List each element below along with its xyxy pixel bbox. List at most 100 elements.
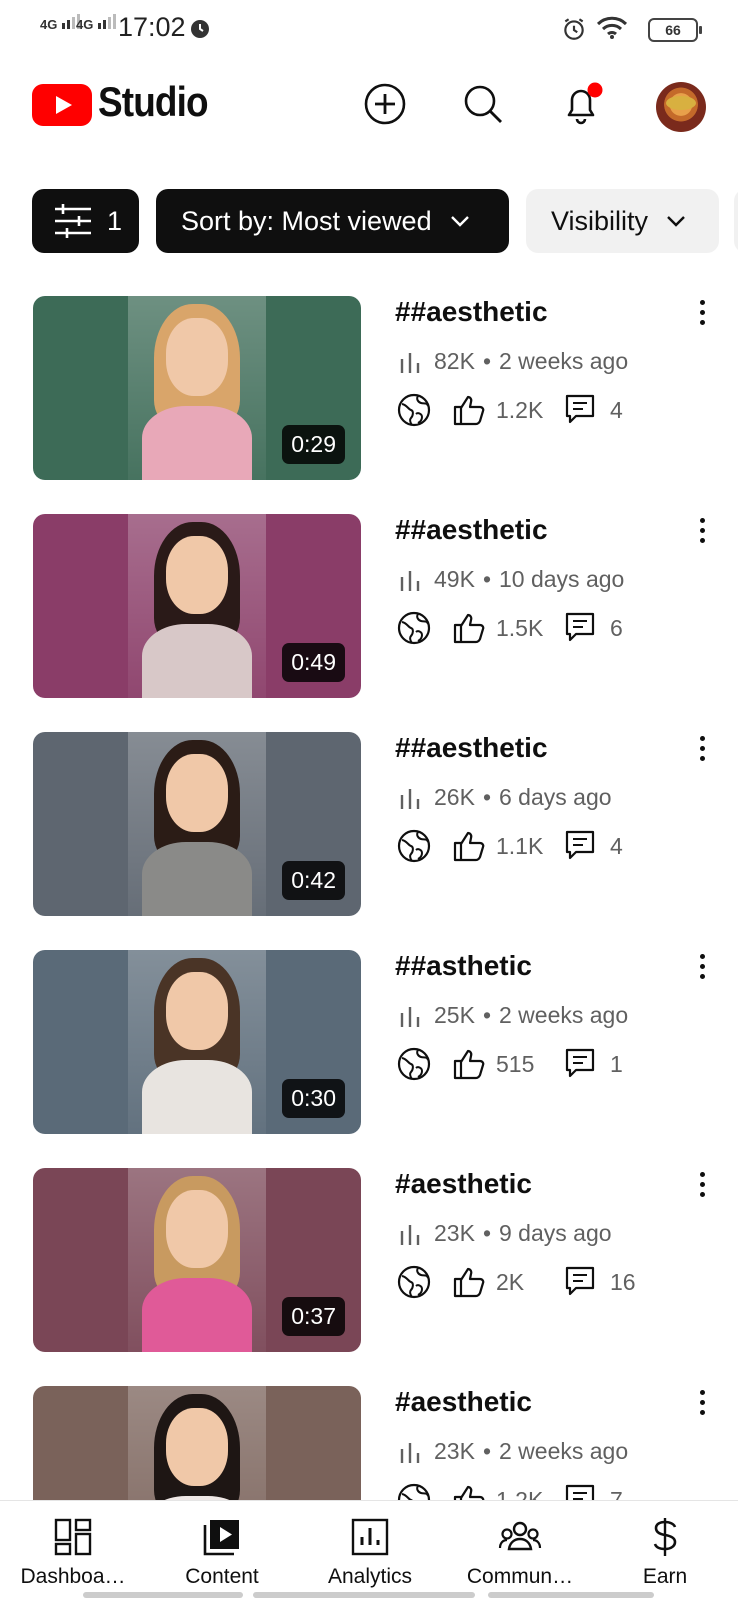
comment-icon [565, 612, 595, 642]
avatar[interactable] [656, 82, 706, 132]
nav-earn[interactable]: Earn [600, 1515, 730, 1589]
filter-sliders-icon [55, 204, 91, 238]
more-options-button[interactable] [692, 954, 712, 984]
video-meta: 26K • 6 days ago [398, 784, 612, 811]
video-stats: 1.1K 4 [396, 828, 623, 864]
sort-dropdown[interactable]: Sort by: Most viewed [156, 189, 509, 253]
sim1-label: 4G [40, 17, 58, 32]
video-row[interactable]: 0:30 ##asthetic 25K • 2 weeks ago 515 1 [0, 950, 738, 1135]
comment-count: 6 [610, 614, 623, 641]
comment-icon [565, 830, 595, 860]
status-bar: 4G 4G 17:02 66 [0, 0, 738, 58]
video-thumbnail[interactable]: 0:29 [33, 296, 361, 480]
video-row[interactable]: 0:29 ##aesthetic 82K • 2 weeks ago 1.2K [0, 296, 738, 481]
alarm-icon [191, 20, 209, 38]
chevron-down-icon [667, 216, 685, 227]
visibility-dropdown[interactable]: Visibility [526, 189, 719, 253]
video-stats: 1.5K 6 [396, 610, 623, 646]
video-title[interactable]: ##aesthetic [395, 732, 548, 764]
globe-public-icon [397, 393, 431, 427]
video-row[interactable]: 0:37 #aesthetic 23K • 9 days ago 2K 16 [0, 1168, 738, 1353]
signal-sim2: 4G [76, 14, 116, 32]
video-duration: 0:30 [282, 1079, 345, 1118]
nav-analytics[interactable]: Analytics [305, 1515, 435, 1589]
video-thumbnail[interactable]: 0:37 [33, 1168, 361, 1352]
filter-button[interactable]: 1 [32, 189, 139, 253]
nav-content[interactable]: Content [157, 1515, 287, 1589]
more-options-button[interactable] [692, 736, 712, 766]
like-count: 1.1K [496, 832, 544, 859]
filter-count: 1 [107, 205, 123, 236]
views-bars-icon [400, 788, 420, 809]
comment-icon [565, 1266, 595, 1296]
thumbnail-image [128, 732, 266, 916]
video-thumbnail[interactable]: 0:42 [33, 732, 361, 916]
nav-label: Content [185, 1565, 259, 1588]
video-age: 2 weeks ago [499, 348, 629, 374]
video-thumbnail[interactable]: 0:30 [33, 950, 361, 1134]
video-thumbnail[interactable]: 0:49 [33, 514, 361, 698]
views-bars-icon [400, 1006, 420, 1027]
sort-label: Sort by: Most viewed [181, 205, 432, 236]
like-icon [453, 613, 485, 644]
thumbnail-image [128, 514, 266, 698]
comment-icon [565, 1048, 595, 1078]
filter-bar: 1 Sort by: Most viewed Visibility [32, 189, 738, 255]
view-count: 49K [434, 566, 475, 592]
video-age: 6 days ago [499, 784, 612, 810]
meta-separator: • [482, 1438, 491, 1464]
globe-public-icon [397, 611, 431, 645]
video-row[interactable]: 0:42 ##aesthetic 26K • 6 days ago 1.1K 4 [0, 732, 738, 917]
more-options-button[interactable] [692, 1390, 712, 1420]
nav-community[interactable]: Commun… [455, 1515, 585, 1589]
content-icon [203, 1520, 239, 1556]
video-row[interactable]: 0:49 ##aesthetic 49K • 10 days ago 1.5K [0, 514, 738, 699]
next-chip-partial[interactable] [734, 189, 738, 253]
comment-count: 1 [610, 1050, 623, 1077]
create-button[interactable] [361, 80, 409, 128]
meta-separator: • [482, 1220, 491, 1246]
thumbnail-image [128, 1168, 266, 1352]
like-count: 2K [496, 1268, 525, 1295]
globe-public-icon [397, 829, 431, 863]
globe-public-icon [397, 1047, 431, 1081]
more-options-button[interactable] [692, 1172, 712, 1202]
views-bars-icon [400, 570, 420, 591]
views-bars-icon [400, 352, 420, 373]
meta-separator: • [482, 566, 491, 592]
more-options-button[interactable] [692, 518, 712, 548]
video-stats: 2K 16 [396, 1264, 636, 1300]
video-age: 10 days ago [499, 566, 625, 592]
like-count: 1.2K [496, 396, 544, 423]
clock: 17:02 [118, 12, 186, 42]
like-icon [453, 395, 485, 426]
video-title[interactable]: ##aesthetic [395, 296, 548, 328]
video-stats: 1.2K 4 [396, 392, 623, 428]
meta-separator: • [482, 1002, 491, 1028]
video-title[interactable]: #aesthetic [395, 1386, 532, 1418]
chevron-down-icon [450, 216, 469, 227]
nav-dashboard[interactable]: Dashboa… [8, 1515, 138, 1589]
video-meta: 25K • 2 weeks ago [398, 1002, 628, 1029]
nav-label: Earn [642, 1565, 688, 1588]
nav-label: Dashboa… [20, 1565, 126, 1588]
view-count: 82K [434, 348, 475, 374]
app-header: Studio [0, 78, 738, 134]
meta-separator: • [482, 348, 491, 374]
video-title[interactable]: #aesthetic [395, 1168, 532, 1200]
more-options-button[interactable] [692, 300, 712, 330]
video-title[interactable]: ##asthetic [395, 950, 532, 982]
view-count: 23K [434, 1438, 475, 1464]
create-icon [364, 83, 406, 125]
analytics-icon [351, 1518, 389, 1556]
like-icon [453, 1267, 485, 1298]
alarm-clock-icon [564, 18, 584, 40]
video-title[interactable]: ##aesthetic [395, 514, 548, 546]
search-button[interactable] [459, 80, 507, 128]
search-icon [464, 85, 502, 123]
view-count: 25K [434, 1002, 475, 1028]
notifications-button[interactable] [558, 80, 606, 128]
thumbnail-image [128, 296, 266, 480]
video-meta: 49K • 10 days ago [398, 566, 624, 593]
video-age: 2 weeks ago [499, 1438, 629, 1464]
